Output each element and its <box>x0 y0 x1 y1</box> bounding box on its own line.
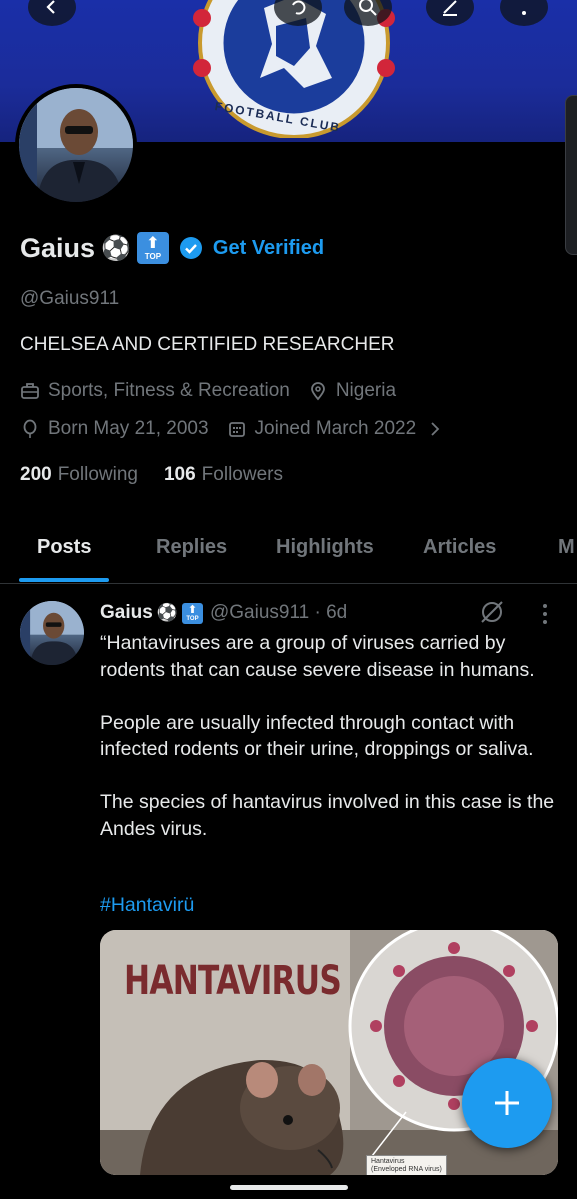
chevron-right-icon[interactable] <box>428 419 442 439</box>
tab-posts[interactable]: Posts <box>37 536 91 559</box>
refresh-icon <box>292 0 306 15</box>
post-author-name[interactable]: Gaius <box>100 602 153 624</box>
following-link[interactable]: 200 Following <box>20 464 138 486</box>
avatar-photo <box>19 88 133 202</box>
profile-handle: @Gaius911 <box>20 288 120 309</box>
more-vertical-icon <box>522 11 526 15</box>
search-icon <box>359 0 377 16</box>
media-title-text: HANTAVIRUS <box>124 958 342 1004</box>
profile-name-row: Gaius ⚽ ⬆ TOP Get Verified <box>20 228 324 268</box>
plus-icon <box>495 1091 519 1115</box>
briefcase-icon <box>20 381 40 401</box>
top-arrow-icon: ⬆ TOP <box>181 602 203 624</box>
profile-joined: Joined March 2022 <box>254 418 417 439</box>
tab-articles[interactable]: Articles <box>423 536 496 559</box>
balloon-icon <box>20 419 40 439</box>
post-avatar[interactable] <box>20 601 84 665</box>
profile-tabs: Posts Replies Highlights Articles M <box>0 522 577 584</box>
profile-location: Nigeria <box>335 380 397 401</box>
profile-bio: CHELSEA AND CERTIFIED RESEARCHER <box>20 334 395 355</box>
compose-fab-button[interactable] <box>462 1058 552 1148</box>
post-avatar-photo <box>20 601 84 665</box>
profile-name: Gaius <box>20 232 96 263</box>
tab-more[interactable]: M <box>558 536 575 559</box>
post-hashtag-link[interactable]: #Hantavirü <box>100 894 194 917</box>
soccer-ball-icon: ⚽ <box>156 603 178 622</box>
soccer-ball-icon: ⚽ <box>101 234 131 262</box>
profile-category: Sports, Fitness & Recreation <box>48 380 290 401</box>
profile-avatar[interactable] <box>15 84 137 206</box>
more-vertical-icon[interactable] <box>535 601 555 627</box>
more-options-button[interactable] <box>500 0 548 26</box>
profile-meta-row-1: Sports, Fitness & Recreation Nigeria <box>20 380 396 402</box>
tab-replies[interactable]: Replies <box>156 536 227 559</box>
get-verified-link[interactable]: Get Verified <box>213 237 324 260</box>
profile-born: Born May 21, 2003 <box>48 418 209 439</box>
compose-button[interactable] <box>426 0 474 26</box>
side-panel-handle[interactable] <box>565 95 577 255</box>
post-text: “Hantaviruses are a group of viruses car… <box>100 632 555 840</box>
top-arrow-icon: ⬆ TOP <box>136 232 169 264</box>
verified-badge-icon <box>179 237 202 259</box>
followers-link[interactable]: 106 Followers <box>164 464 283 486</box>
profile-meta-row-2: Born May 21, 2003 Joined March 2022 <box>20 418 450 440</box>
active-tab-indicator <box>19 578 109 582</box>
grok-icon[interactable] <box>479 599 505 625</box>
post-header: Gaius ⚽ ⬆ TOP @Gaius911 · 6d <box>100 600 347 626</box>
arrow-left-icon <box>46 0 55 14</box>
back-button[interactable] <box>28 0 76 26</box>
media-caption-label: Hantavirus (Enveloped RNA virus) <box>366 1155 447 1175</box>
home-indicator[interactable] <box>230 1185 348 1190</box>
profile-stats: 200 Following 106 Followers <box>20 464 283 486</box>
location-pin-icon <box>308 381 328 401</box>
tab-highlights[interactable]: Highlights <box>276 536 374 559</box>
post-handle-time: @Gaius911 · 6d <box>209 602 348 623</box>
calendar-icon <box>227 419 247 439</box>
compose-icon <box>443 0 457 16</box>
